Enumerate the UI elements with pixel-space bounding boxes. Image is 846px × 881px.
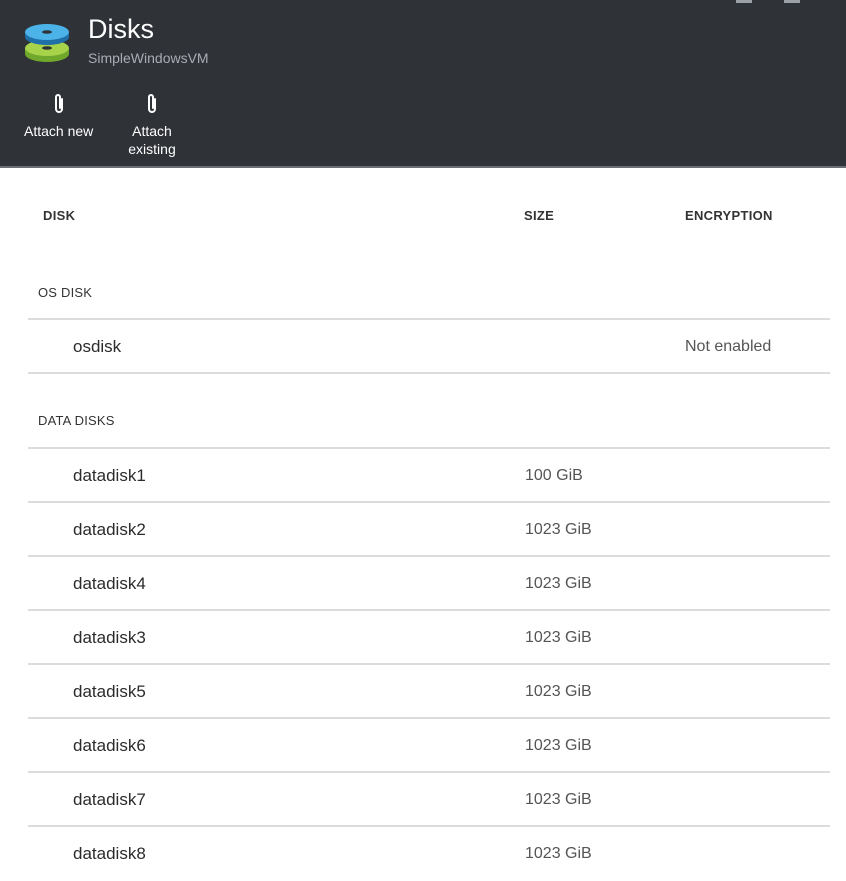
table-row[interactable]: datadisk7 1023 GiB [28, 773, 830, 827]
disk-name: datadisk8 [73, 844, 146, 863]
attach-new-button[interactable]: Attach new [24, 92, 93, 140]
blade-subtitle: SimpleWindowsVM [88, 50, 209, 66]
table-row-osdisk[interactable]: osdisk Not enabled [28, 320, 830, 374]
table-row[interactable]: datadisk1 100 GiB [28, 449, 830, 503]
disk-size: 1023 GiB [525, 737, 592, 754]
stacked-disks-icon [25, 24, 69, 62]
divider [28, 372, 830, 374]
attach-existing-label: Attach existing [128, 123, 176, 157]
attach-existing-button[interactable]: Attach existing [124, 92, 180, 158]
table-row[interactable]: datadisk2 1023 GiB [28, 503, 830, 557]
table-row[interactable]: datadisk4 1023 GiB [28, 557, 830, 611]
disk-encryption: Not enabled [685, 338, 772, 355]
disk-size: 1023 GiB [525, 683, 592, 700]
disk-name: datadisk7 [73, 790, 146, 809]
disk-size: 1023 GiB [525, 629, 592, 646]
paperclip-icon [148, 94, 156, 113]
disk-name: datadisk3 [73, 628, 146, 647]
attach-new-label: Attach new [24, 123, 94, 139]
window-control-close[interactable] [784, 0, 800, 3]
column-header-size[interactable]: SIZE [524, 208, 554, 223]
disk-size: 1023 GiB [525, 575, 592, 592]
disk-name: datadisk2 [73, 520, 146, 539]
blade-title: Disks [88, 14, 154, 44]
disk-name: datadisk6 [73, 736, 146, 755]
disk-name: datadisk5 [73, 682, 146, 701]
disk-size: 1023 GiB [525, 791, 592, 808]
data-disks-section-label: DATA DISKS [38, 413, 115, 428]
paperclip-icon [54, 94, 63, 113]
os-disk-section-label: OS DISK [38, 285, 93, 300]
disk-name: osdisk [73, 337, 122, 356]
disk-size: 1023 GiB [525, 845, 592, 862]
table-row[interactable]: datadisk5 1023 GiB [28, 665, 830, 719]
disk-size: 1023 GiB [525, 521, 592, 538]
disk-name: datadisk1 [73, 466, 146, 485]
column-header-disk[interactable]: DISK [43, 208, 75, 223]
disk-size: 100 GiB [525, 467, 583, 484]
column-header-encryption[interactable]: ENCRYPTION [685, 208, 773, 223]
blade-header: Disks SimpleWindowsVM Attach new Attach … [0, 0, 846, 168]
window-control-minimize[interactable] [736, 0, 752, 3]
table-row[interactable]: datadisk3 1023 GiB [28, 611, 830, 665]
table-row[interactable]: datadisk8 1023 GiB [28, 827, 830, 881]
disk-name: datadisk4 [73, 574, 146, 593]
table-row[interactable]: datadisk6 1023 GiB [28, 719, 830, 773]
